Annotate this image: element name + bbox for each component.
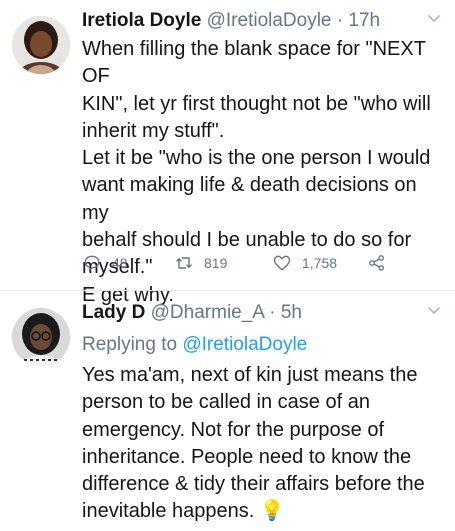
tweet-line: behalf should I be unable to do so for [82,229,412,252]
retweet-icon [176,257,192,269]
tweet-line: person to be called in case of an [82,391,370,414]
retweet-button[interactable]: 819 [174,252,227,274]
tweet-line: want making life & death decisions on my [82,174,417,224]
lightbulb-icon: 💡 [259,500,285,523]
separator-dot: · [336,10,344,31]
reply-button[interactable]: 48 [82,252,128,274]
retweet-count: 819 [204,255,228,271]
tweet-line: inevitable happens. 💡 [82,498,442,525]
author-handle[interactable]: @IretiolaDoyle [207,10,332,31]
reply-icon [84,255,100,271]
avatar[interactable] [12,308,70,366]
reply-count: 48 [112,255,128,271]
tweet[interactable]: Iretiola Doyle @IretiolaDoyle · 17h When… [0,0,455,306]
author-name[interactable]: Iretiola Doyle [82,10,201,31]
replying-to: Replying to @IretiolaDoyle [82,332,307,358]
tweet-header: Lady D @Dharmie_A · 5h [82,300,302,326]
tweet-line: Let it be "who is the one person I would [82,147,431,170]
author-name[interactable]: Lady D [82,302,145,323]
author-handle[interactable]: @Dharmie_A [151,302,264,323]
tweet-header: Iretiola Doyle @IretiolaDoyle · 17h [82,8,380,34]
tweet-line: difference & tidy their affairs before t… [82,473,425,496]
timestamp[interactable]: 5h [281,302,302,323]
replying-prefix: Replying to [82,334,178,355]
tweet-line: emergency. Not for the purpose of [82,418,385,441]
tweet-line: When filling the blank space for "NEXT O… [82,38,426,88]
tweet-line: inheritance. People need to know the [82,445,412,468]
replying-mention[interactable]: @IretiolaDoyle [182,334,307,355]
tweet-text: Yes ma'am, next of kin just means the pe… [82,362,442,526]
like-button[interactable]: 1,758 [272,252,337,274]
avatar[interactable] [12,16,70,74]
chevron-down-icon[interactable] [427,304,441,318]
tweet-line: Yes ma'am, next of kin just means the [82,364,418,386]
tweet-divider [0,290,455,291]
tweet[interactable]: Lady D @Dharmie_A · 5h Replying to @Iret… [0,292,455,531]
separator-dot: · [269,302,276,323]
tweet-actions: 48 819 1,758 [82,252,402,274]
share-icon [369,255,384,271]
timestamp[interactable]: 17h [348,10,380,31]
like-icon [273,255,291,271]
chevron-down-icon[interactable] [427,12,441,26]
tweet-line: KIN", let yr first thought not be "who w… [82,92,431,115]
tweet-line-text: inevitable happens. [82,500,255,523]
tweet-line: inherit my stuff". [82,119,225,142]
share-button[interactable] [367,252,397,274]
like-count: 1,758 [302,255,338,271]
